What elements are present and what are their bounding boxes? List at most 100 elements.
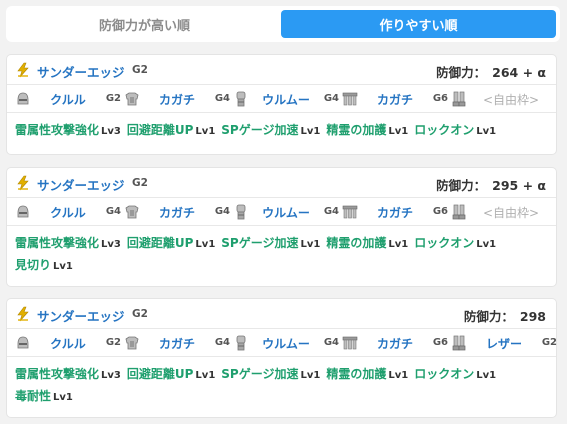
- skill-item[interactable]: 雷属性攻撃強化 Lv3: [15, 364, 121, 386]
- arm-armor-icon: [233, 204, 249, 220]
- armor-name[interactable]: ウルムー: [261, 91, 311, 108]
- skill-level: Lv1: [195, 126, 216, 137]
- armor-name[interactable]: カガチ: [152, 204, 202, 221]
- chest-armor-icon: [124, 91, 140, 107]
- armor-slot[interactable]: ウルムー G4: [233, 85, 343, 113]
- armor-grade: G4: [214, 93, 230, 104]
- skill-name: ロックオン: [414, 367, 475, 381]
- armor-name[interactable]: カガチ: [370, 204, 420, 221]
- armor-slot[interactable]: カガチ G6: [342, 198, 452, 226]
- skill-name: SPゲージ加速: [221, 123, 299, 137]
- armor-slot[interactable]: <自由枠>: [451, 85, 561, 113]
- armor-slot[interactable]: カガチ G4: [124, 198, 234, 226]
- skill-name: SPゲージ加速: [221, 236, 299, 250]
- skill-item[interactable]: 精霊の加護 Lv1: [326, 120, 408, 142]
- defense-value: 防御力： 298: [464, 306, 546, 325]
- skill-level: Lv1: [300, 370, 321, 381]
- tab-sort-by-ease[interactable]: 作りやすい順: [281, 10, 556, 38]
- armor-slot[interactable]: カガチ G6: [342, 85, 452, 113]
- skill-name: ロックオン: [414, 123, 475, 137]
- armor-name[interactable]: カガチ: [152, 91, 202, 108]
- armor-name[interactable]: ウルムー: [261, 335, 311, 352]
- armor-name[interactable]: クルル: [43, 91, 93, 108]
- skill-name: ロックオン: [414, 236, 475, 250]
- defense-label: 防御力：: [436, 65, 487, 80]
- card-header: サンダーエッジ G2 防御力： 298: [7, 299, 556, 328]
- skill-name: 精霊の加護: [326, 236, 387, 250]
- leg-armor-icon: [451, 204, 467, 220]
- skill-name: 雷属性攻撃強化: [15, 236, 100, 250]
- armor-grade: G6: [432, 206, 448, 217]
- defense-number: 295 + α: [492, 178, 546, 193]
- skill-item[interactable]: ロックオン Lv1: [414, 364, 496, 386]
- skill-name: 毒耐性: [15, 389, 52, 403]
- skill-item[interactable]: 毒耐性 Lv1: [15, 386, 73, 408]
- armor-slot[interactable]: ウルムー G4: [233, 329, 343, 357]
- armor-name[interactable]: <自由枠>: [479, 91, 543, 108]
- chest-armor-icon: [124, 335, 140, 351]
- skill-level: Lv1: [476, 239, 497, 250]
- armor-slot[interactable]: クルル G4: [15, 198, 125, 226]
- weapon-name[interactable]: サンダーエッジ: [37, 62, 125, 81]
- skill-item[interactable]: 雷属性攻撃強化 Lv3: [15, 120, 121, 142]
- skill-item[interactable]: SPゲージ加速 Lv1: [221, 364, 320, 386]
- armor-name[interactable]: カガチ: [370, 335, 420, 352]
- armor-slot[interactable]: クルル G2: [15, 329, 125, 357]
- armor-grade: G4: [323, 206, 339, 217]
- armor-slot[interactable]: カガチ G4: [124, 329, 234, 357]
- arm-armor-icon: [233, 91, 249, 107]
- defense-number: 298: [519, 309, 546, 324]
- armor-name[interactable]: レザー: [479, 335, 529, 352]
- skill-item[interactable]: ロックオン Lv1: [414, 233, 496, 255]
- skill-level: Lv1: [195, 239, 216, 250]
- armor-grade: G4: [323, 93, 339, 104]
- skill-item[interactable]: SPゲージ加速 Lv1: [221, 233, 320, 255]
- skill-level: Lv1: [388, 126, 409, 137]
- tab-sort-by-defense[interactable]: 防御力が高い順: [8, 10, 281, 38]
- skill-item[interactable]: 精霊の加護 Lv1: [326, 364, 408, 386]
- armor-slot[interactable]: カガチ G6: [342, 329, 452, 357]
- armor-name[interactable]: クルル: [43, 204, 93, 221]
- skill-list: 雷属性攻撃強化 Lv3 回避距離UP Lv1 SPゲージ加速 Lv1 精霊の加護 Lv1 ロック…: [7, 357, 556, 414]
- skill-item[interactable]: 回避距離UP Lv1: [127, 364, 215, 386]
- armor-grade: G2: [105, 93, 121, 104]
- armor-name[interactable]: カガチ: [152, 335, 202, 352]
- armor-grade: G6: [432, 337, 448, 348]
- weapon-name[interactable]: サンダーエッジ: [37, 175, 125, 194]
- armor-slot[interactable]: <自由枠>: [451, 198, 561, 226]
- weapon-name[interactable]: サンダーエッジ: [37, 306, 125, 325]
- armor-grade: G4: [105, 206, 121, 217]
- armor-row: クルル G2 カガチ G4 ウルムー G4 カガチ G6 <自由枠>: [7, 84, 556, 113]
- build-card: サンダーエッジ G2 防御力： 264 + α クルル G2 カガチ G4 ウルムー G4 カガチ G…: [6, 54, 557, 155]
- skill-name: 雷属性攻撃強化: [15, 123, 100, 137]
- armor-name[interactable]: ウルムー: [261, 204, 311, 221]
- armor-name[interactable]: <自由枠>: [479, 204, 543, 221]
- armor-row: クルル G2 カガチ G4 ウルムー G4 カガチ G6 レザー G2: [7, 328, 557, 357]
- armor-name[interactable]: クルル: [43, 335, 93, 352]
- skill-item[interactable]: SPゲージ加速 Lv1: [221, 120, 320, 142]
- leg-armor-icon: [451, 91, 467, 107]
- skill-level: Lv3: [101, 126, 121, 137]
- skill-item[interactable]: 回避距離UP Lv1: [127, 233, 215, 255]
- armor-slot[interactable]: クルル G2: [15, 85, 125, 113]
- armor-row: クルル G4 カガチ G4 ウルムー G4 カガチ G6 <自由枠>: [7, 197, 556, 226]
- armor-slot[interactable]: カガチ G4: [124, 85, 234, 113]
- helmet-icon: [15, 91, 31, 107]
- waist-armor-icon: [342, 335, 358, 351]
- skill-item[interactable]: 精霊の加護 Lv1: [326, 233, 408, 255]
- armor-name[interactable]: カガチ: [370, 91, 420, 108]
- skill-item[interactable]: ロックオン Lv1: [414, 120, 496, 142]
- skill-level: Lv1: [53, 392, 73, 403]
- skill-item[interactable]: 回避距離UP Lv1: [127, 120, 215, 142]
- skill-level: Lv1: [300, 126, 321, 137]
- skill-name: 精霊の加護: [326, 123, 387, 137]
- skill-item[interactable]: 見切り Lv1: [15, 255, 73, 277]
- weapon-grade: G2: [132, 308, 148, 320]
- build-card: サンダーエッジ G2 防御力： 295 + α クルル G4 カガチ G4 ウルムー G4 カガチ G…: [6, 167, 557, 287]
- defense-number: 264 + α: [492, 65, 546, 80]
- skill-level: Lv3: [101, 370, 121, 381]
- skill-item[interactable]: 雷属性攻撃強化 Lv3: [15, 233, 121, 255]
- armor-grade: G4: [214, 337, 230, 348]
- armor-slot[interactable]: レザー G2: [451, 329, 561, 357]
- armor-slot[interactable]: ウルムー G4: [233, 198, 343, 226]
